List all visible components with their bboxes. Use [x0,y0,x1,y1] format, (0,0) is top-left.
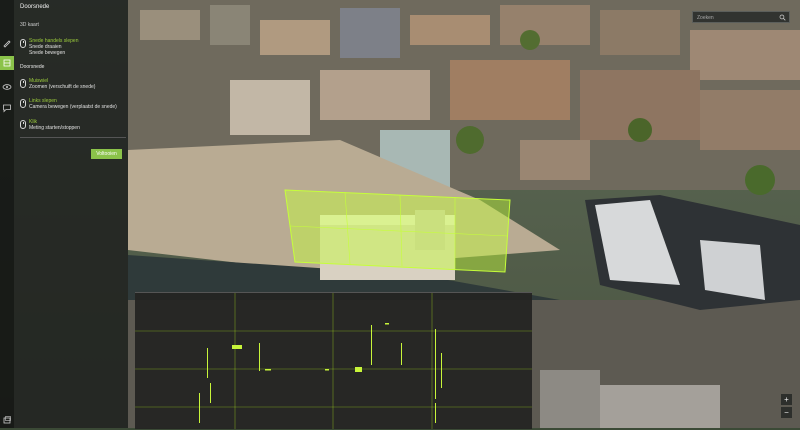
zoom-out-button[interactable]: − [781,407,792,418]
mouse-icon [20,39,26,48]
comment-icon [3,104,11,113]
hint-mousewheel: Muiswiel Zoomen (verschuift de snede) [20,78,95,90]
draw-tool-button[interactable] [0,36,14,50]
mouse-icon [20,99,26,108]
search-icon[interactable] [779,14,786,21]
section-subtitle: Doorsnede [20,64,45,70]
tool-rail [0,0,14,428]
view-tool-button[interactable] [0,80,14,94]
panel-title: Doorsnede [20,4,50,10]
divider [20,137,126,138]
profile-grid [135,293,532,429]
comment-tool-button[interactable] [0,101,14,115]
profile-points [199,323,442,423]
layers-button[interactable] [2,412,12,424]
section-panel: Doorsnede 3D kaart Snede handels slepen … [14,0,128,428]
section-icon [3,59,11,67]
map-mode-label: 3D kaart [20,22,39,28]
mouse-icon [20,79,26,88]
section-profile-graph[interactable] [135,292,532,429]
hint-click: Klik Meting starten/stoppen [20,119,80,131]
search-box [692,11,790,23]
hint-left-drag: Links slepen Camera bewegen (verplaatst … [20,98,117,110]
zoom-in-button[interactable]: + [781,394,792,405]
mouse-icon [20,120,26,129]
pencil-icon [3,40,11,48]
layers-icon [3,416,11,424]
search-input[interactable] [697,13,777,22]
finish-button[interactable]: Voltooien [91,149,122,159]
section-tool-button[interactable] [0,56,14,70]
hint-drag-handles: Snede handels slepen Snede draaien Snede… [20,38,79,56]
eye-icon [2,84,12,90]
